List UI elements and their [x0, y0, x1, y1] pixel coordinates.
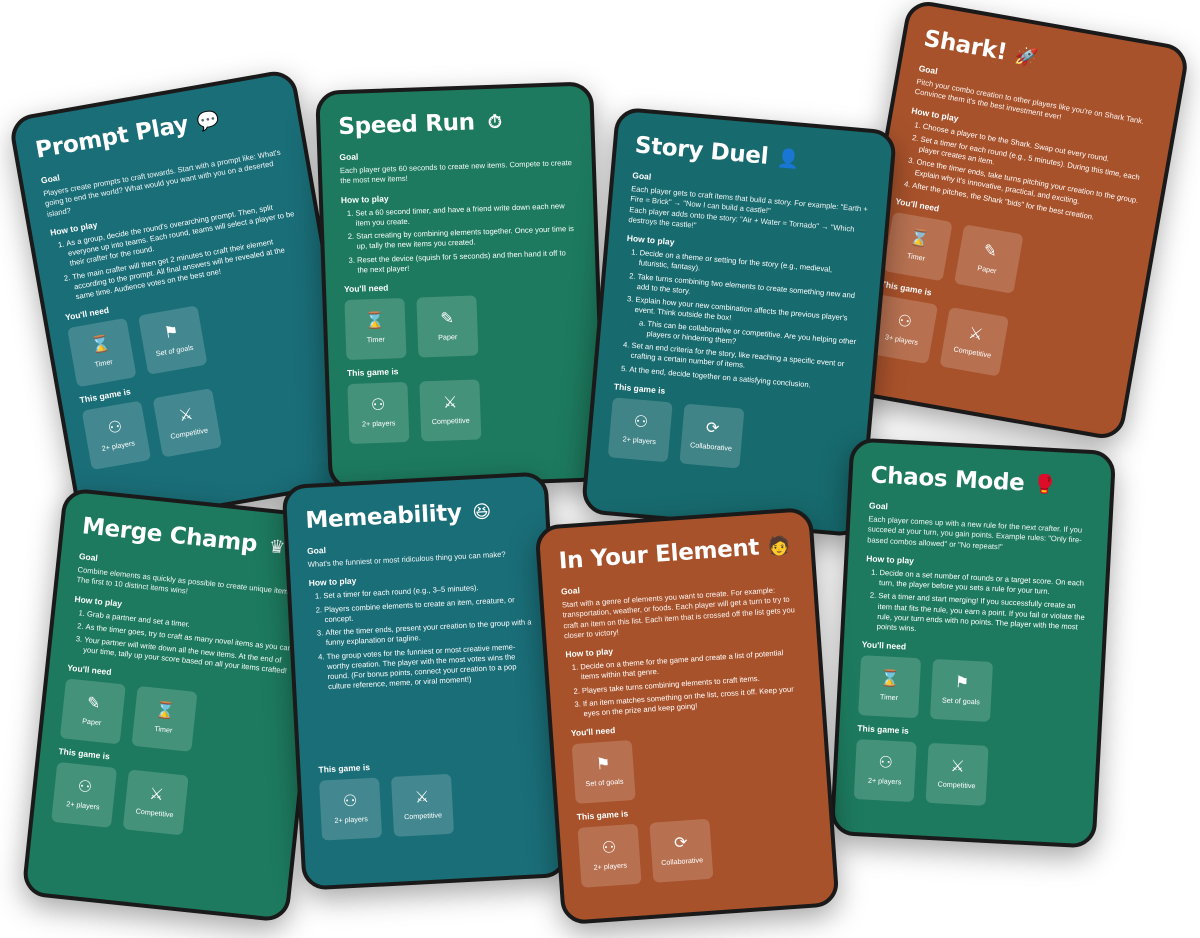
flag-icon: ⚑ [162, 323, 181, 343]
tile-players: ⚇ 2+ players [347, 381, 410, 444]
steps-list: Decide on a set number of rounds or a ta… [862, 567, 1087, 643]
competitive-icon: ⚔ [177, 406, 195, 426]
steps-list: Decide on a theme or setting for the sto… [615, 247, 863, 394]
tile-timer: ⌛ Timer [858, 655, 922, 719]
players-icon: ⚇ [601, 839, 617, 858]
collaborative-icon: ⟳ [673, 834, 689, 853]
players-icon: ⚇ [633, 412, 649, 432]
hourglass-icon: ⌛ [154, 701, 177, 721]
card-title: In Your Element [558, 534, 760, 575]
tile-players: ⚇ 2+ players [319, 777, 383, 841]
flag-icon: ⚑ [954, 674, 970, 693]
need-heading: You'll need [343, 282, 389, 295]
players-icon: ⚇ [877, 754, 894, 773]
scientist-icon: 🧑 [767, 534, 791, 558]
step: Reset the device (squish for 5 seconds) … [357, 247, 578, 275]
boxing-glove-icon: 🥊 [1032, 473, 1057, 496]
tile-players: ⚇ 2+ players [577, 823, 642, 889]
tile-set-of-goals: ⚑ Set of goals [929, 659, 994, 723]
card-title: Merge Champ [80, 513, 259, 558]
hourglass-icon: ⌛ [907, 229, 931, 250]
players-icon: ⚇ [896, 312, 914, 332]
card-speed-run[interactable]: Speed Run ⏱ Goal Each player gets 60 seco… [315, 81, 607, 491]
goal-text: Each player comes up with a new rule for… [867, 514, 1083, 551]
tile-set-of-goals: ⚑ Set of goals [571, 740, 636, 805]
tile-players: ⚇ 2+ players [607, 397, 673, 463]
stopwatch-icon: ⏱ [487, 110, 502, 133]
paper-icon: ✎ [982, 242, 999, 262]
card-prompt-play[interactable]: Prompt Play 💬 Goal Players create prompts… [7, 68, 367, 532]
players-icon: ⚇ [106, 418, 124, 438]
tile-paper: ✎ Paper [954, 224, 1024, 294]
card-chaos-mode[interactable]: Chaos Mode 🥊 Goal Each player comes up wi… [829, 437, 1117, 849]
rocket-icon: 🚀 [1013, 44, 1040, 69]
goal-text: Each player gets 60 seconds to create ne… [339, 158, 573, 186]
competitive-icon: ⚔ [442, 394, 458, 412]
steps-list: Choose a player to be the Shark. Swap ou… [898, 119, 1149, 230]
card-title: Story Duel [633, 132, 770, 170]
paper-icon: ✎ [86, 694, 102, 713]
tile-players: ⚇ 2+ players [853, 739, 917, 803]
collaborative-icon: ⟳ [705, 419, 721, 438]
tile-set-of-goals: ⚑ Set of goals [138, 305, 208, 376]
person-icon: 👤 [776, 147, 801, 171]
steps-list: Set a timer for each round (e.g., 3–5 mi… [309, 581, 536, 694]
flag-icon: ⚑ [595, 755, 611, 774]
tile-competitive: ⚔ Competitive [419, 379, 482, 442]
tile-paper: ✎ Paper [59, 677, 126, 744]
tile-collaborative: ⟳ Collaborative [649, 818, 714, 883]
tile-timer: ⌛ Timer [67, 318, 137, 388]
players-icon: ⚇ [342, 792, 358, 810]
hourglass-icon: ⌛ [364, 312, 386, 331]
paper-icon: ✎ [440, 310, 455, 328]
tile-players: ⚇ 2+ players [81, 400, 152, 471]
card-in-your-element[interactable]: In Your Element 🧑 Goal Start with a genre… [534, 506, 840, 926]
card-memeability[interactable]: Memeability 😆 Goal What's the funniest or… [281, 471, 569, 891]
card-title: Shark! [921, 25, 1009, 66]
players-icon: ⚇ [370, 396, 386, 415]
tile-timer: ⌛ Timer [344, 297, 407, 361]
step: Set a timer and start merging! If you su… [876, 591, 1086, 643]
step: The group votes for the funniest or most… [326, 641, 536, 693]
hourglass-icon: ⌛ [89, 335, 112, 356]
tile-paper: ✎ Paper [416, 295, 479, 358]
card-title: Chaos Mode [869, 462, 1026, 497]
tile-competitive: ⚔ Competitive [122, 768, 189, 835]
tile-competitive: ⚔ Competitive [939, 307, 1009, 377]
hourglass-icon: ⌛ [879, 670, 901, 689]
steps-list: Decide on a theme for the game and creat… [566, 647, 803, 720]
speech-bubble-icon: 💬 [195, 108, 221, 133]
tile-timer: ⌛ Timer [131, 685, 198, 752]
tile-timer: ⌛ Timer [883, 211, 953, 282]
competitive-icon: ⚔ [414, 788, 430, 807]
card-title: Memeability [304, 499, 463, 535]
steps-list: Set a 60 second timer, and have a friend… [341, 200, 577, 276]
tile-collaborative: ⟳ Collaborative [679, 403, 745, 469]
tile-players: ⚇ 2+ players [51, 761, 118, 828]
card-title: Speed Run [337, 109, 476, 141]
is-heading: This game is [346, 366, 399, 379]
competitive-icon: ⚔ [949, 758, 966, 776]
tile-competitive: ⚔ Competitive [925, 743, 989, 807]
players-icon: ⚇ [76, 777, 93, 797]
card-shark[interactable]: Shark! 🚀 Goal Pitch your combo creation t… [839, 0, 1191, 442]
tile-competitive: ⚔ Competitive [390, 773, 455, 837]
competitive-icon: ⚔ [148, 785, 165, 804]
laughing-face-icon: 😆 [471, 500, 492, 523]
competitive-icon: ⚔ [966, 324, 985, 345]
tile-competitive: ⚔ Competitive [152, 388, 223, 458]
